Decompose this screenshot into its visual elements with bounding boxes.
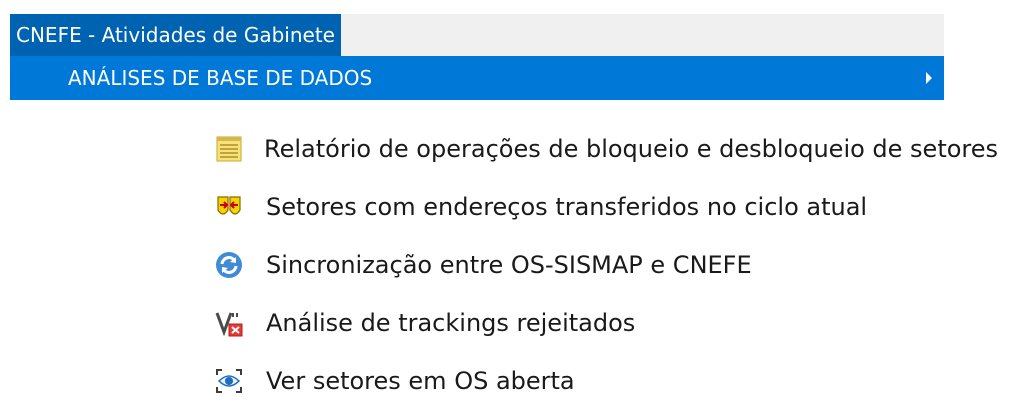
menu-item-trackings-rejeitados[interactable]: Análise de trackings rejeitados xyxy=(214,294,1029,352)
tracking-rejected-icon xyxy=(214,308,244,338)
menu-bar: CNEFE - Atividades de Gabinete xyxy=(10,14,944,56)
notepad-icon xyxy=(214,134,244,164)
chevron-right-icon xyxy=(926,72,932,84)
eye-icon xyxy=(214,366,244,396)
sync-icon xyxy=(214,250,244,280)
menu-item-setores-transferidos[interactable]: Setores com endereços transferidos no ci… xyxy=(214,178,1029,236)
menu-item-ver-setores-os[interactable]: Ver setores em OS aberta xyxy=(214,352,1029,410)
menu-item-label: Sincronização entre OS-SISMAP e CNEFE xyxy=(266,251,752,279)
transfer-icon xyxy=(214,192,244,222)
submenu-item-analises[interactable]: ANÁLISES DE BASE DE DADOS xyxy=(10,56,944,100)
menu-item-label: Relatório de operações de bloqueio e des… xyxy=(264,135,999,163)
menu-title-cnefe[interactable]: CNEFE - Atividades de Gabinete xyxy=(10,14,341,56)
menu-item-label: Setores com endereços transferidos no ci… xyxy=(266,193,868,221)
menu-item-label: Análise de trackings rejeitados xyxy=(266,309,636,337)
flyout-menu: Relatório de operações de bloqueio e des… xyxy=(214,120,1029,410)
menu-item-label: Ver setores em OS aberta xyxy=(266,367,575,395)
submenu-item-label: ANÁLISES DE BASE DE DADOS xyxy=(68,66,373,90)
menu-item-sincronizacao[interactable]: Sincronização entre OS-SISMAP e CNEFE xyxy=(214,236,1029,294)
menu-item-relatorio-bloqueio[interactable]: Relatório de operações de bloqueio e des… xyxy=(214,120,1029,178)
